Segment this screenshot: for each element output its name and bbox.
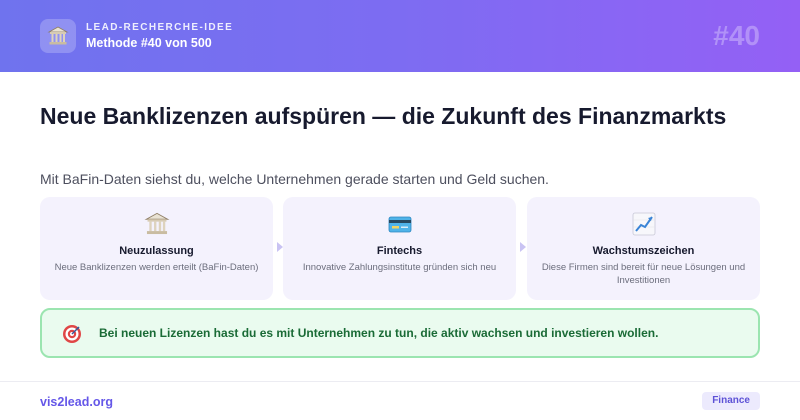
method-counter: Methode #40 von 500 bbox=[86, 36, 212, 50]
header-kicker: LEAD-RECHERCHE-IDEE bbox=[86, 22, 234, 33]
bank-icon bbox=[47, 26, 69, 45]
page-subtitle: Mit BaFin-Daten siehst du, welche Untern… bbox=[40, 171, 549, 187]
footer-site-link[interactable]: vis2lead.org bbox=[40, 395, 113, 409]
method-number: #40 bbox=[713, 20, 760, 51]
arrow-right-icon bbox=[520, 242, 526, 252]
step-title: Wachstumszeichen bbox=[592, 245, 695, 257]
step-card-wachstumszeichen: Wachstumszeichen Diese Firmen sind berei… bbox=[527, 197, 760, 300]
page-title: Neue Banklizenzen aufspüren — die Zukunf… bbox=[40, 103, 727, 129]
logo-badge bbox=[40, 19, 76, 53]
key-insight-callout: Bei neuen Lizenzen hast du es mit Untern… bbox=[40, 308, 760, 358]
chart-up-icon bbox=[632, 212, 655, 236]
bank-icon bbox=[144, 212, 169, 235]
step-card-fintechs: Fintechs Innovative Zahlungsinstitute gr… bbox=[283, 197, 516, 300]
step-card-neuzulassung: Neuzulassung Neue Banklizenzen werden er… bbox=[40, 197, 273, 300]
header-bar: LEAD-RECHERCHE-IDEE Methode #40 von 500 … bbox=[0, 0, 800, 72]
category-badge: Finance bbox=[702, 392, 760, 410]
step-flow: Neuzulassung Neue Banklizenzen werden er… bbox=[40, 197, 760, 300]
step-description: Diese Firmen sind bereit für neue Lösung… bbox=[541, 262, 746, 286]
step-description: Neue Banklizenzen werden erteilt (BaFin-… bbox=[54, 262, 259, 273]
callout-text: Bei neuen Lizenzen hast du es mit Untern… bbox=[99, 326, 659, 340]
step-title: Neuzulassung bbox=[119, 245, 194, 257]
footer-divider bbox=[0, 381, 800, 382]
target-icon bbox=[63, 325, 81, 343]
step-title: Fintechs bbox=[376, 245, 423, 257]
step-description: Innovative Zahlungsinstitute gründen sic… bbox=[302, 262, 497, 273]
credit-card-icon bbox=[388, 216, 411, 233]
